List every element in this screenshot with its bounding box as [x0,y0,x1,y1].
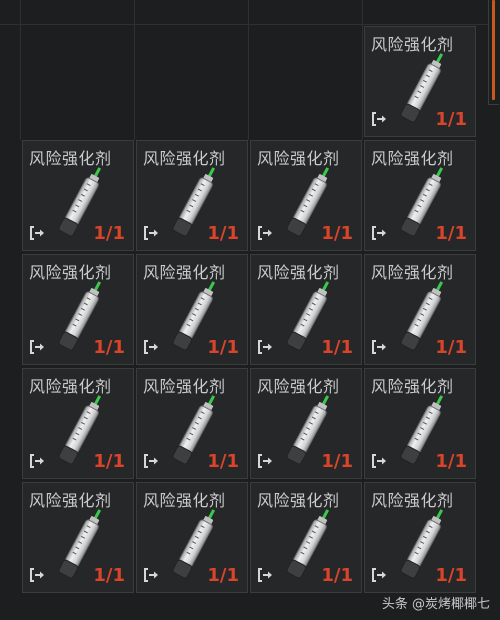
inventory-slot[interactable]: 风险强化剂 1/1 [364,140,476,251]
item-quantity: 1/1 [207,451,239,472]
exit-arrow-icon[interactable] [371,111,389,127]
exit-arrow-icon[interactable] [257,567,275,583]
item-quantity: 1/1 [435,337,467,358]
inventory-slot[interactable]: 风险强化剂 1/1 [136,368,248,479]
item-quantity: 1/1 [435,565,467,586]
inventory-grid: 风险强化剂 1/1 风险强化剂 1/1 风险强化剂 1/1 风险强化剂 1/1 … [0,0,500,620]
exit-arrow-icon[interactable] [371,339,389,355]
inventory-slot[interactable]: 风险强化剂 1/1 [136,254,248,365]
exit-arrow-icon[interactable] [29,453,47,469]
grid-line [248,0,249,140]
item-quantity: 1/1 [207,565,239,586]
inventory-slot[interactable]: 风险强化剂 1/1 [136,482,248,593]
exit-arrow-icon[interactable] [257,225,275,241]
item-quantity: 1/1 [435,223,467,244]
inventory-slot[interactable]: 风险强化剂 1/1 [250,140,362,251]
exit-arrow-icon[interactable] [29,225,47,241]
inventory-slot[interactable]: 风险强化剂 1/1 [22,482,134,593]
exit-arrow-icon[interactable] [143,567,161,583]
exit-arrow-icon[interactable] [371,225,389,241]
item-quantity: 1/1 [93,337,125,358]
item-quantity: 1/1 [435,109,467,130]
exit-arrow-icon[interactable] [143,453,161,469]
item-quantity: 1/1 [207,337,239,358]
inventory-slot[interactable]: 风险强化剂 1/1 [250,482,362,593]
item-quantity: 1/1 [435,451,467,472]
item-quantity: 1/1 [321,451,353,472]
exit-arrow-icon[interactable] [371,567,389,583]
grid-line [0,24,488,25]
item-quantity: 1/1 [321,565,353,586]
watermark: 头条 @炭烤椰椰七 [381,597,490,612]
inventory-slot[interactable]: 风险强化剂 1/1 [364,254,476,365]
exit-arrow-icon[interactable] [143,225,161,241]
exit-arrow-icon[interactable] [257,453,275,469]
item-quantity: 1/1 [93,565,125,586]
item-quantity: 1/1 [321,223,353,244]
item-quantity: 1/1 [93,223,125,244]
scrollbar-thumb[interactable] [492,0,495,100]
inventory-slot[interactable]: 风险强化剂 1/1 [250,368,362,479]
grid-line [362,0,363,140]
exit-arrow-icon[interactable] [29,567,47,583]
exit-arrow-icon[interactable] [371,453,389,469]
inventory-slot[interactable]: 风险强化剂 1/1 [364,482,476,593]
grid-line [134,0,135,140]
inventory-slot[interactable]: 风险强化剂 1/1 [364,368,476,479]
exit-arrow-icon[interactable] [29,339,47,355]
scrollbar[interactable] [488,0,499,105]
item-quantity: 1/1 [321,337,353,358]
grid-line [20,0,21,140]
inventory-slot[interactable]: 风险强化剂 1/1 [364,26,476,137]
item-quantity: 1/1 [207,223,239,244]
inventory-slot[interactable]: 风险强化剂 1/1 [22,140,134,251]
item-quantity: 1/1 [93,451,125,472]
inventory-slot[interactable]: 风险强化剂 1/1 [22,368,134,479]
exit-arrow-icon[interactable] [143,339,161,355]
inventory-slot[interactable]: 风险强化剂 1/1 [22,254,134,365]
exit-arrow-icon[interactable] [257,339,275,355]
inventory-slot[interactable]: 风险强化剂 1/1 [136,140,248,251]
inventory-slot[interactable]: 风险强化剂 1/1 [250,254,362,365]
